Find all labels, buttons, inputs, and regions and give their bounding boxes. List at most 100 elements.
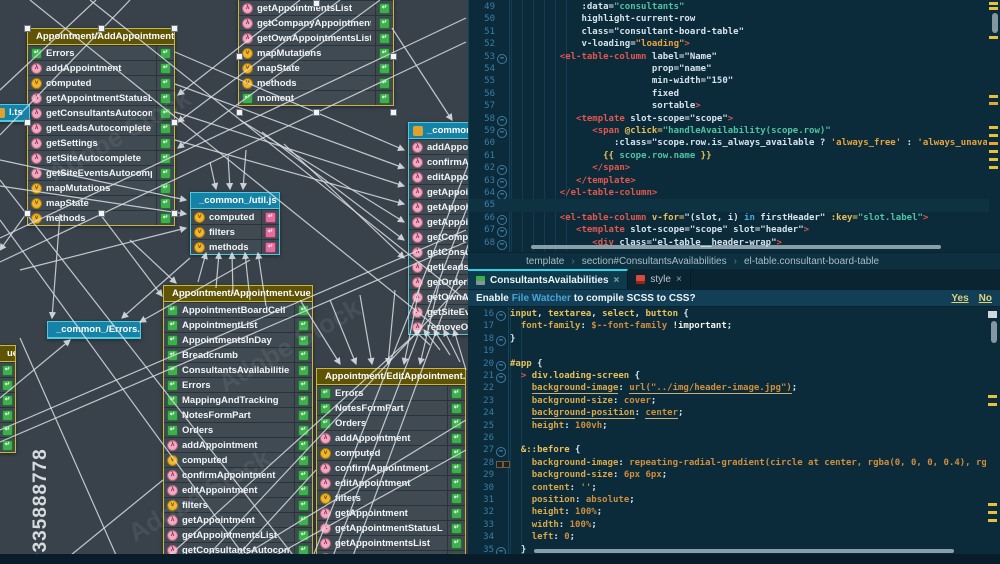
- diagram-node-b-util[interactable]: _common_/util.js v computed ↵ v filters ↵ v meth…: [190, 192, 280, 255]
- code-fold-icon[interactable]: −: [496, 546, 506, 554]
- diagram-item[interactable]: v computed ↵: [164, 452, 312, 467]
- diagram-item[interactable]: v mapMutations ↵: [239, 45, 393, 60]
- code-fold-icon[interactable]: −: [496, 447, 506, 458]
- diagram-item[interactable]: λremoveOr↵: [409, 319, 468, 334]
- close-icon[interactable]: ×: [614, 275, 620, 286]
- diagram-item[interactable]: λ addAppointment ↵: [28, 60, 174, 75]
- diagram-item[interactable]: v filters ↵: [317, 490, 465, 505]
- tab-consultantsavailabilities[interactable]: ConsultantsAvailabilities ×: [468, 269, 629, 289]
- diagram-item[interactable]: ↵ Orders ↵: [317, 415, 465, 430]
- code-fold-icon[interactable]: −: [496, 335, 506, 346]
- resize-handle[interactable]: [313, 109, 320, 116]
- diagram-item[interactable]: λaddAppoi↵: [409, 139, 468, 154]
- breadcrumb-item[interactable]: el-table.consultant-board-table: [744, 256, 879, 267]
- diagram-node-b-errors[interactable]: _common_/Errors.js: [47, 321, 141, 339]
- breadcrumb-item[interactable]: template: [526, 256, 564, 267]
- resize-handle[interactable]: [171, 119, 178, 126]
- diagram-item[interactable]: ↵ moment ↵: [239, 90, 393, 105]
- code-fold-icon[interactable]: −: [496, 311, 506, 321]
- diagram-item[interactable]: ↵ Errors ↵: [164, 377, 312, 392]
- file-watcher-link[interactable]: File Watcher: [512, 293, 571, 304]
- diagram-item[interactable]: v computed ↵: [191, 209, 279, 224]
- diagram-item[interactable]: λ getConsultantsAutocomplete ↵: [28, 105, 174, 120]
- diagram-item[interactable]: ↵ Errors ↵: [317, 385, 465, 400]
- diagram-item[interactable]: λ getSiteEventsAutocomplete ↵: [28, 165, 174, 180]
- tab-style[interactable]: style ×: [628, 269, 691, 289]
- banner-no-button[interactable]: No: [979, 293, 992, 304]
- node-header[interactable]: Appointment/Appointment.vue: [164, 286, 312, 302]
- diagram-item[interactable]: λ editAppointment ↵: [164, 482, 312, 497]
- diagram-item[interactable]: λ getAppointmentsList ↵: [317, 535, 465, 550]
- diagram-item[interactable]: λgetAppoi↵: [409, 184, 468, 199]
- diagram-item[interactable]: λ getCompanyAppointmentsList ↵: [239, 15, 393, 30]
- diagram-item[interactable]: λeditAppoi↵: [409, 169, 468, 184]
- diagram-item[interactable]: λ getAppointmentsList ↵: [164, 527, 312, 542]
- diagram-item[interactable]: v methods ↵: [239, 75, 393, 90]
- diagram-node-b-appt[interactable]: Appointment/Appointment.vue ↵ AppointmentB…: [163, 285, 313, 564]
- breadcrumb-item[interactable]: section#ConsultantsAvailabilities: [582, 256, 727, 267]
- code-fold-icon[interactable]: −: [496, 360, 506, 371]
- vue-template-editor[interactable]: 49 :data="consultants" 50 highlight-curre…: [468, 0, 1000, 252]
- diagram-item[interactable]: λ getSiteAutocomplete ↵: [28, 150, 174, 165]
- node-header[interactable]: ue: [0, 346, 15, 362]
- resize-handle[interactable]: [171, 25, 178, 32]
- diagram-item[interactable]: v mapState ↵: [28, 195, 174, 210]
- diagram-item[interactable]: λgetOwnAp↵: [409, 289, 468, 304]
- diagram-item[interactable]: λ getAppointmentStatusList ↵: [317, 520, 465, 535]
- code-fold-icon[interactable]: −: [497, 239, 507, 250]
- diagram-node-b-edit[interactable]: Appointment/EditAppointment.vue↵Errors↵↵…: [316, 368, 466, 564]
- diagram-item[interactable]: λ getAppointmentStatusList ↵: [28, 90, 174, 105]
- resize-handle[interactable]: [313, 0, 320, 7]
- diagram-item[interactable]: ↵ AppointmentsInDay ↵: [164, 332, 312, 347]
- diagram-item[interactable]: λgetLeadsA↵: [409, 259, 468, 274]
- diagram-item[interactable]: v computed ↵: [28, 75, 174, 90]
- diagram-item[interactable]: v filters ↵: [164, 497, 312, 512]
- resize-handle[interactable]: [24, 210, 31, 217]
- diagram-item[interactable]: λconfirmAp↵: [409, 154, 468, 169]
- code-fold-icon[interactable]: −: [497, 53, 507, 64]
- dependency-diagram-panel[interactable]: Appointment/AddAppointment.vue↵Errors↵λa…: [0, 0, 468, 564]
- code-fold-icon[interactable]: −: [497, 115, 507, 126]
- banner-yes-button[interactable]: Yes: [951, 293, 968, 304]
- diagram-item[interactable]: ↵: [0, 392, 15, 407]
- diagram-item[interactable]: λ getOwnAppointmentsList ↵: [239, 30, 393, 45]
- diagram-item[interactable]: λ addAppointment ↵: [164, 437, 312, 452]
- resize-handle[interactable]: [236, 109, 243, 116]
- diagram-item[interactable]: ↵ AppointmentBoardCell ↵: [164, 302, 312, 317]
- code-fold-icon[interactable]: −: [496, 373, 506, 383]
- code-fold-icon[interactable]: −: [497, 227, 507, 238]
- diagram-item[interactable]: λgetSiteEve↵: [409, 304, 468, 319]
- diagram-item[interactable]: ↵ MappingAndTracking ↵: [164, 392, 312, 407]
- diagram-item[interactable]: ↵ AppointmentList ↵: [164, 317, 312, 332]
- diagram-item[interactable]: λgetConsul↵: [409, 244, 468, 259]
- diagram-item[interactable]: λ getSettings ↵: [28, 135, 174, 150]
- node-header[interactable]: _common: [409, 123, 468, 139]
- diagram-item[interactable]: λ editAppointment ↵: [317, 475, 465, 490]
- resize-handle[interactable]: [390, 53, 397, 60]
- diagram-item[interactable]: λgetOrderE↵: [409, 274, 468, 289]
- diagram-item[interactable]: ↵: [0, 437, 15, 452]
- diagram-item[interactable]: λgetCompa↵: [409, 229, 468, 244]
- diagram-item[interactable]: ↵ NotesFormPart ↵: [164, 407, 312, 422]
- diagram-item[interactable]: λ confirmAppointment ↵: [317, 460, 465, 475]
- diagram-item[interactable]: ↵: [0, 362, 15, 377]
- diagram-node-b-common[interactable]: _commonλaddAppoi↵λconfirmAp↵λeditAppoi↵λ…: [408, 122, 468, 335]
- diagram-item[interactable]: ↵ NotesFormPart ↵: [317, 400, 465, 415]
- resize-handle[interactable]: [171, 210, 178, 217]
- diagram-item[interactable]: v mapState ↵: [239, 60, 393, 75]
- node-header[interactable]: _common_/util.js: [191, 193, 279, 209]
- diagram-item[interactable]: ↵ ConsultantsAvailabilities ↵: [164, 362, 312, 377]
- diagram-item[interactable]: ↵: [0, 407, 15, 422]
- diagram-item[interactable]: v computed ↵: [317, 445, 465, 460]
- vertical-scrollbar[interactable]: [992, 13, 998, 33]
- resize-handle[interactable]: [24, 119, 31, 126]
- resize-handle[interactable]: [24, 25, 31, 32]
- code-fold-icon[interactable]: −: [497, 128, 507, 138]
- diagram-item[interactable]: ↵ Orders ↵: [164, 422, 312, 437]
- diagram-item[interactable]: ↵ Breadcrumb ↵: [164, 347, 312, 362]
- vertical-scrollbar[interactable]: [991, 321, 997, 343]
- diagram-node-b-top[interactable]: vcomputed↵λgetAppointmentsList↵λgetCompa…: [238, 0, 394, 106]
- diagram-node-b-ue[interactable]: ue ↵ ↵ ↵ ↵ ↵ ↵: [0, 345, 16, 453]
- diagram-item[interactable]: λ getAppointment ↵: [164, 512, 312, 527]
- diagram-item[interactable]: v methods ↵: [191, 239, 279, 254]
